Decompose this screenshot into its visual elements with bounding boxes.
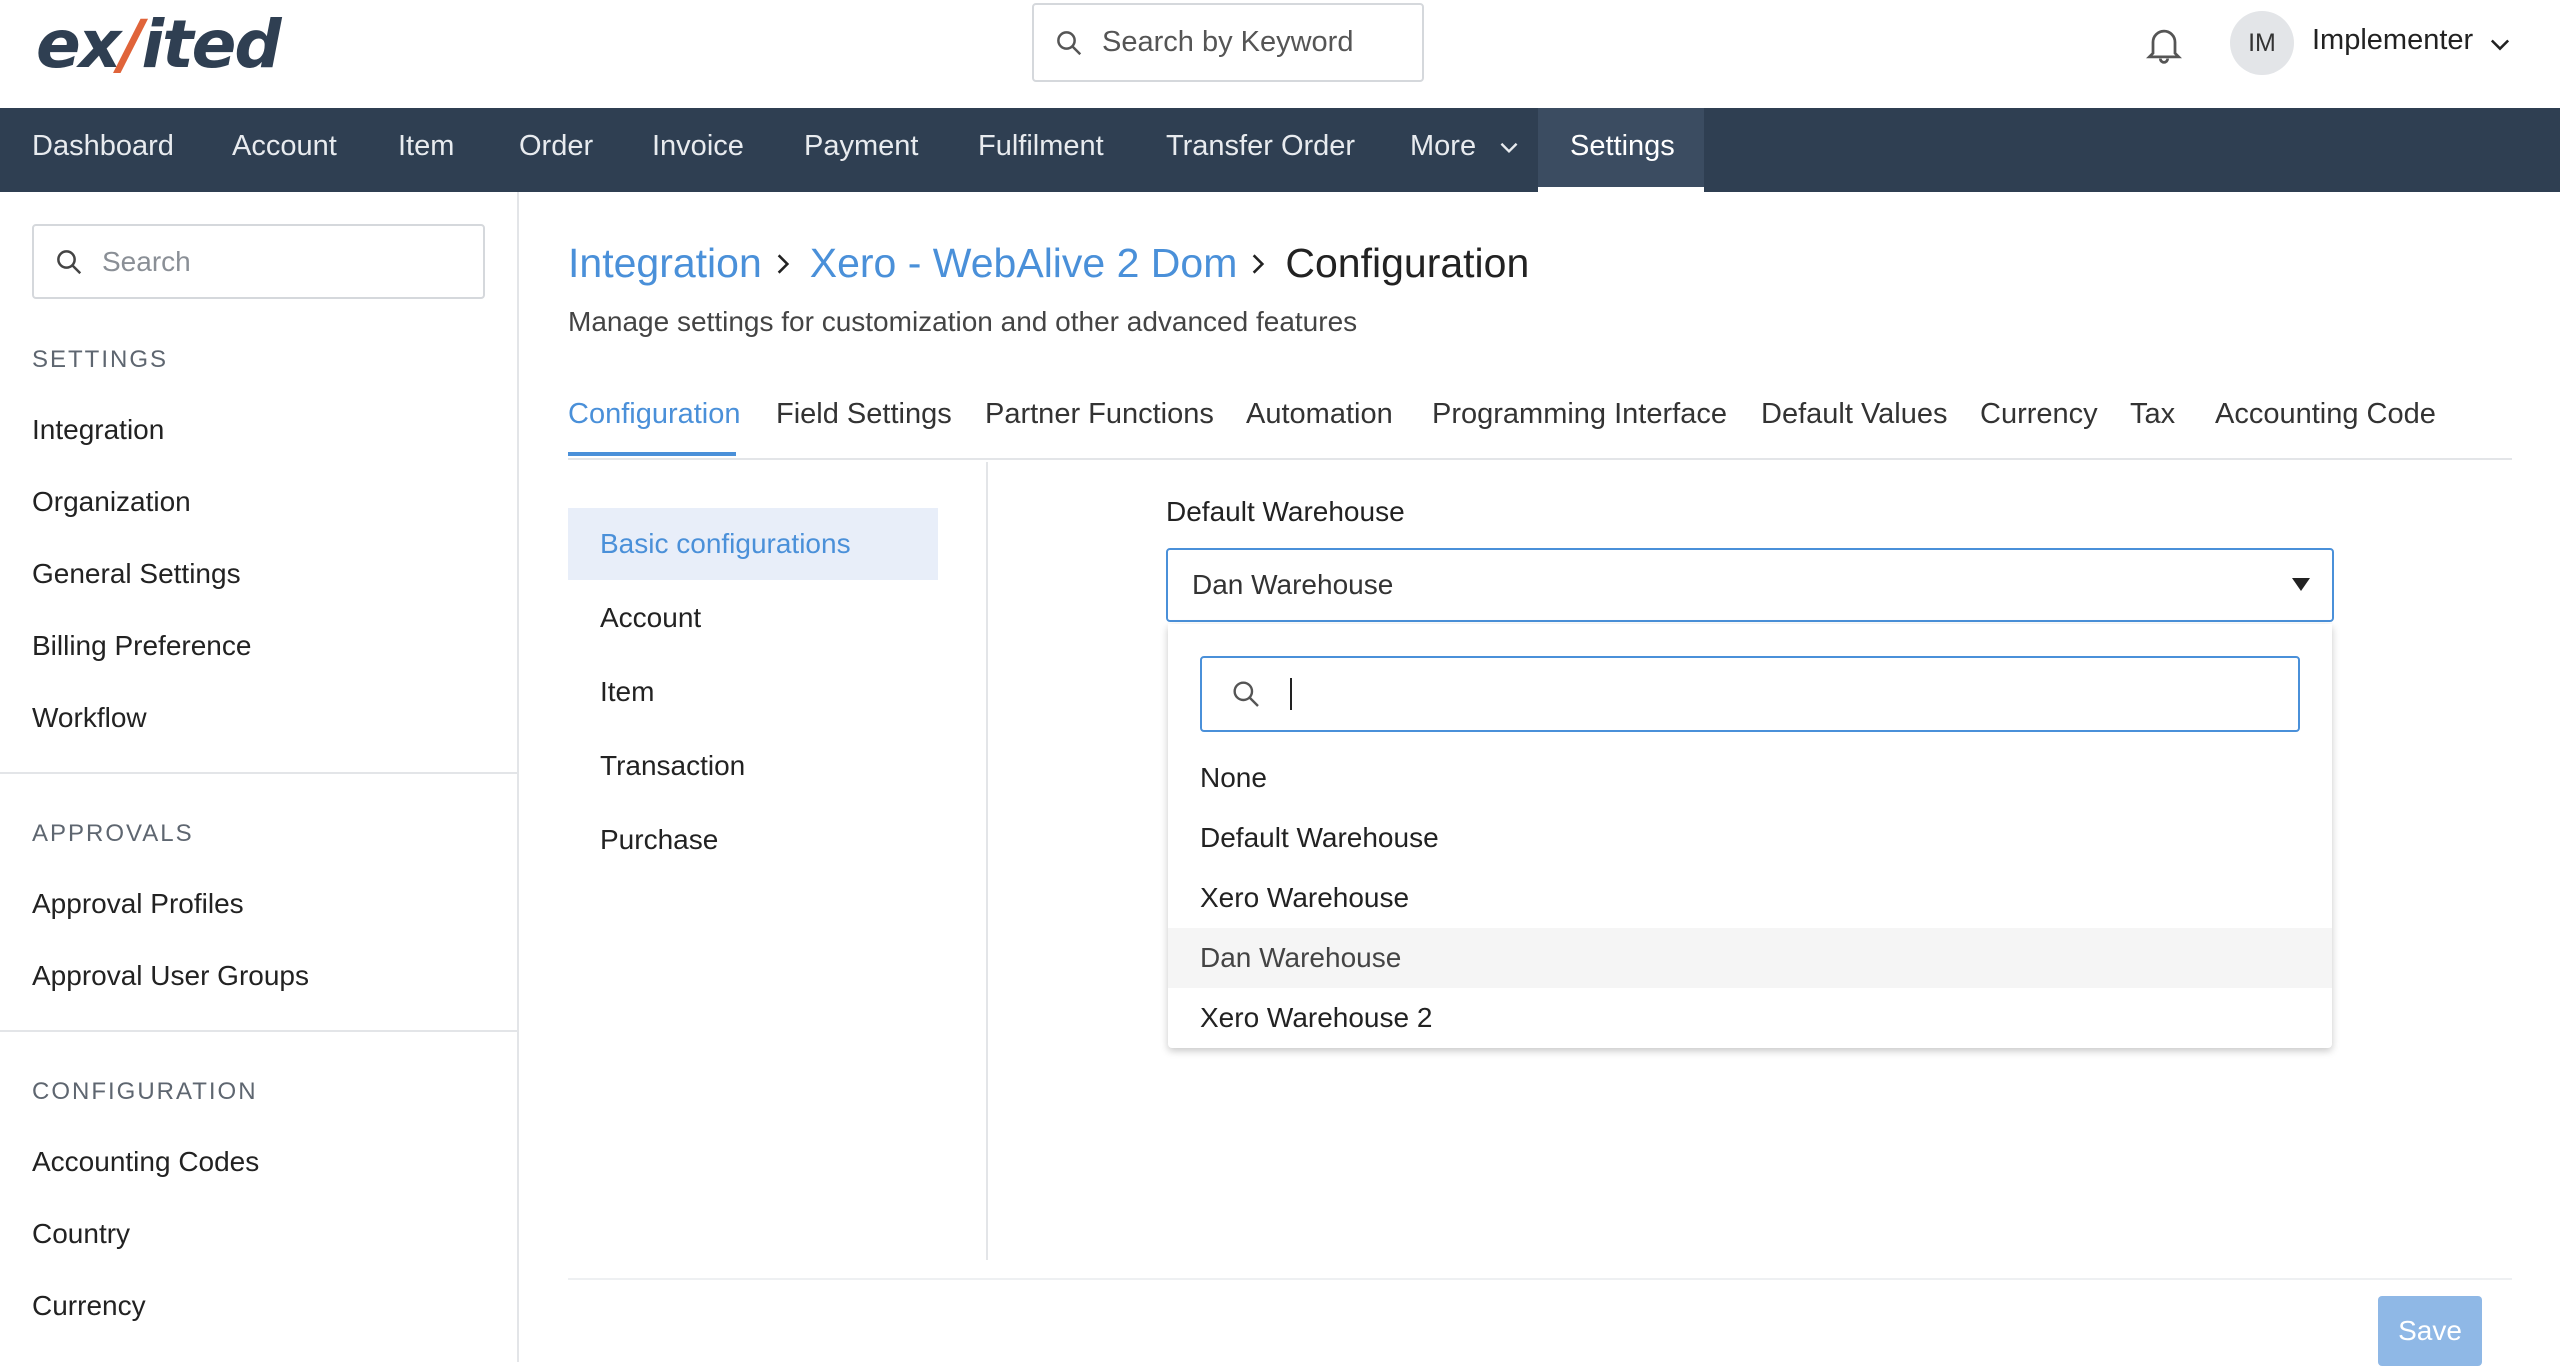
option-none[interactable]: None (1168, 748, 2332, 808)
sidebar-heading-settings: SETTINGS (32, 346, 169, 373)
breadcrumb-integration[interactable]: Integration (568, 240, 762, 287)
nav-fulfilment[interactable]: Fulfilment (946, 108, 1136, 192)
sidebar-item-approval-profiles[interactable]: Approval Profiles (32, 888, 244, 920)
save-button[interactable]: Save (2378, 1296, 2482, 1366)
sidebar-heading-configuration: CONFIGURATION (32, 1078, 258, 1105)
tab-default-values[interactable]: Default Values (1761, 398, 1947, 431)
search-icon (1233, 681, 1259, 707)
tab-accounting-code[interactable]: Accounting Code (2215, 398, 2436, 431)
brand-logo[interactable]: ex/ited (36, 6, 282, 83)
chevron-down-icon[interactable] (1496, 134, 1522, 160)
warehouse-dropdown: None Default Warehouse Xero Warehouse Da… (1168, 624, 2332, 1048)
sidebar-search-placeholder: Search (102, 245, 191, 277)
tab-field-settings[interactable]: Field Settings (776, 398, 952, 431)
nav-dashboard[interactable]: Dashboard (0, 108, 206, 192)
option-xero-warehouse-2[interactable]: Xero Warehouse 2 (1168, 988, 2332, 1048)
sidebar-item-billing-preference[interactable]: Billing Preference (32, 630, 251, 662)
sidebar-item-currency[interactable]: Currency (32, 1290, 146, 1322)
settings-sidebar: Search SETTINGS Integration Organization… (0, 192, 519, 1362)
config-tabs: Configuration Field Settings Partner Fun… (568, 388, 2512, 460)
chevron-right-icon (777, 253, 789, 274)
default-warehouse-value: Dan Warehouse (1192, 569, 1394, 600)
sidebar-heading-approvals: APPROVALS (32, 820, 194, 847)
nav-transfer-order[interactable]: Transfer Order (1134, 108, 1387, 192)
sidebar-item-integration[interactable]: Integration (32, 414, 164, 446)
search-icon (57, 249, 82, 274)
page-subtitle: Manage settings for customization and ot… (568, 306, 1358, 337)
tab-configuration[interactable]: Configuration (568, 398, 741, 431)
user-menu-name[interactable]: Implementer (2312, 24, 2473, 57)
default-warehouse-label: Default Warehouse (1166, 496, 1405, 527)
nav-payment[interactable]: Payment (772, 108, 950, 192)
nav-invoice[interactable]: Invoice (620, 108, 776, 192)
sidebar-item-general-settings[interactable]: General Settings (32, 558, 241, 590)
subnav-basic-configurations[interactable]: Basic configurations (568, 508, 938, 580)
option-dan-warehouse[interactable]: Dan Warehouse (1168, 928, 2332, 988)
text-cursor (1290, 678, 1292, 710)
tab-automation[interactable]: Automation (1246, 398, 1393, 431)
search-icon (1057, 30, 1082, 55)
tab-partner-functions[interactable]: Partner Functions (985, 398, 1214, 431)
dropdown-search-input[interactable] (1200, 656, 2300, 732)
global-search-input[interactable]: Search by Keyword (1032, 3, 1424, 82)
main-nav: Dashboard Account Item Order Invoice Pay… (0, 108, 2560, 192)
sidebar-divider (0, 772, 519, 774)
sidebar-item-approval-user-groups[interactable]: Approval User Groups (32, 960, 309, 992)
chevron-down-icon[interactable] (2486, 30, 2514, 58)
option-xero-warehouse[interactable]: Xero Warehouse (1168, 868, 2332, 928)
avatar-initials: IM (2248, 28, 2276, 57)
sidebar-item-organization[interactable]: Organization (32, 486, 191, 518)
tab-tax[interactable]: Tax (2130, 398, 2175, 431)
active-tab-indicator (568, 452, 736, 456)
nav-order[interactable]: Order (487, 108, 625, 192)
sidebar-item-workflow[interactable]: Workflow (32, 702, 147, 734)
sidebar-search-input[interactable]: Search (32, 224, 485, 299)
sidebar-divider (0, 1030, 519, 1032)
footer-divider (568, 1278, 2512, 1280)
subnav-transaction[interactable]: Transaction (568, 730, 938, 802)
top-header: ex/ited Search by Keyword IM Implementer (0, 0, 2560, 108)
option-default-warehouse[interactable]: Default Warehouse (1168, 808, 2332, 868)
tab-programming-interface[interactable]: Programming Interface (1432, 398, 1727, 431)
avatar[interactable]: IM (2230, 11, 2294, 75)
breadcrumb: Integration Xero - WebAlive 2 Dom Config… (568, 240, 1529, 287)
sidebar-item-country[interactable]: Country (32, 1218, 130, 1250)
nav-account[interactable]: Account (200, 108, 369, 192)
bell-icon[interactable] (2142, 22, 2186, 66)
default-warehouse-select[interactable]: Dan Warehouse (1166, 548, 2334, 622)
subnav-account[interactable]: Account (568, 582, 938, 654)
chevron-right-icon (1253, 253, 1265, 274)
content-divider (986, 462, 988, 1260)
subnav-purchase[interactable]: Purchase (568, 804, 938, 876)
breadcrumb-xero-connection[interactable]: Xero - WebAlive 2 Dom (810, 240, 1238, 287)
sidebar-item-accounting-codes[interactable]: Accounting Codes (32, 1146, 259, 1178)
nav-settings[interactable]: Settings (1538, 108, 1704, 192)
global-search-placeholder: Search by Keyword (1102, 26, 1354, 58)
nav-item[interactable]: Item (366, 108, 486, 192)
subnav-item[interactable]: Item (568, 656, 938, 728)
tab-currency[interactable]: Currency (1980, 398, 2098, 431)
page-title: Configuration (1285, 240, 1530, 286)
caret-down-icon (2292, 578, 2310, 591)
